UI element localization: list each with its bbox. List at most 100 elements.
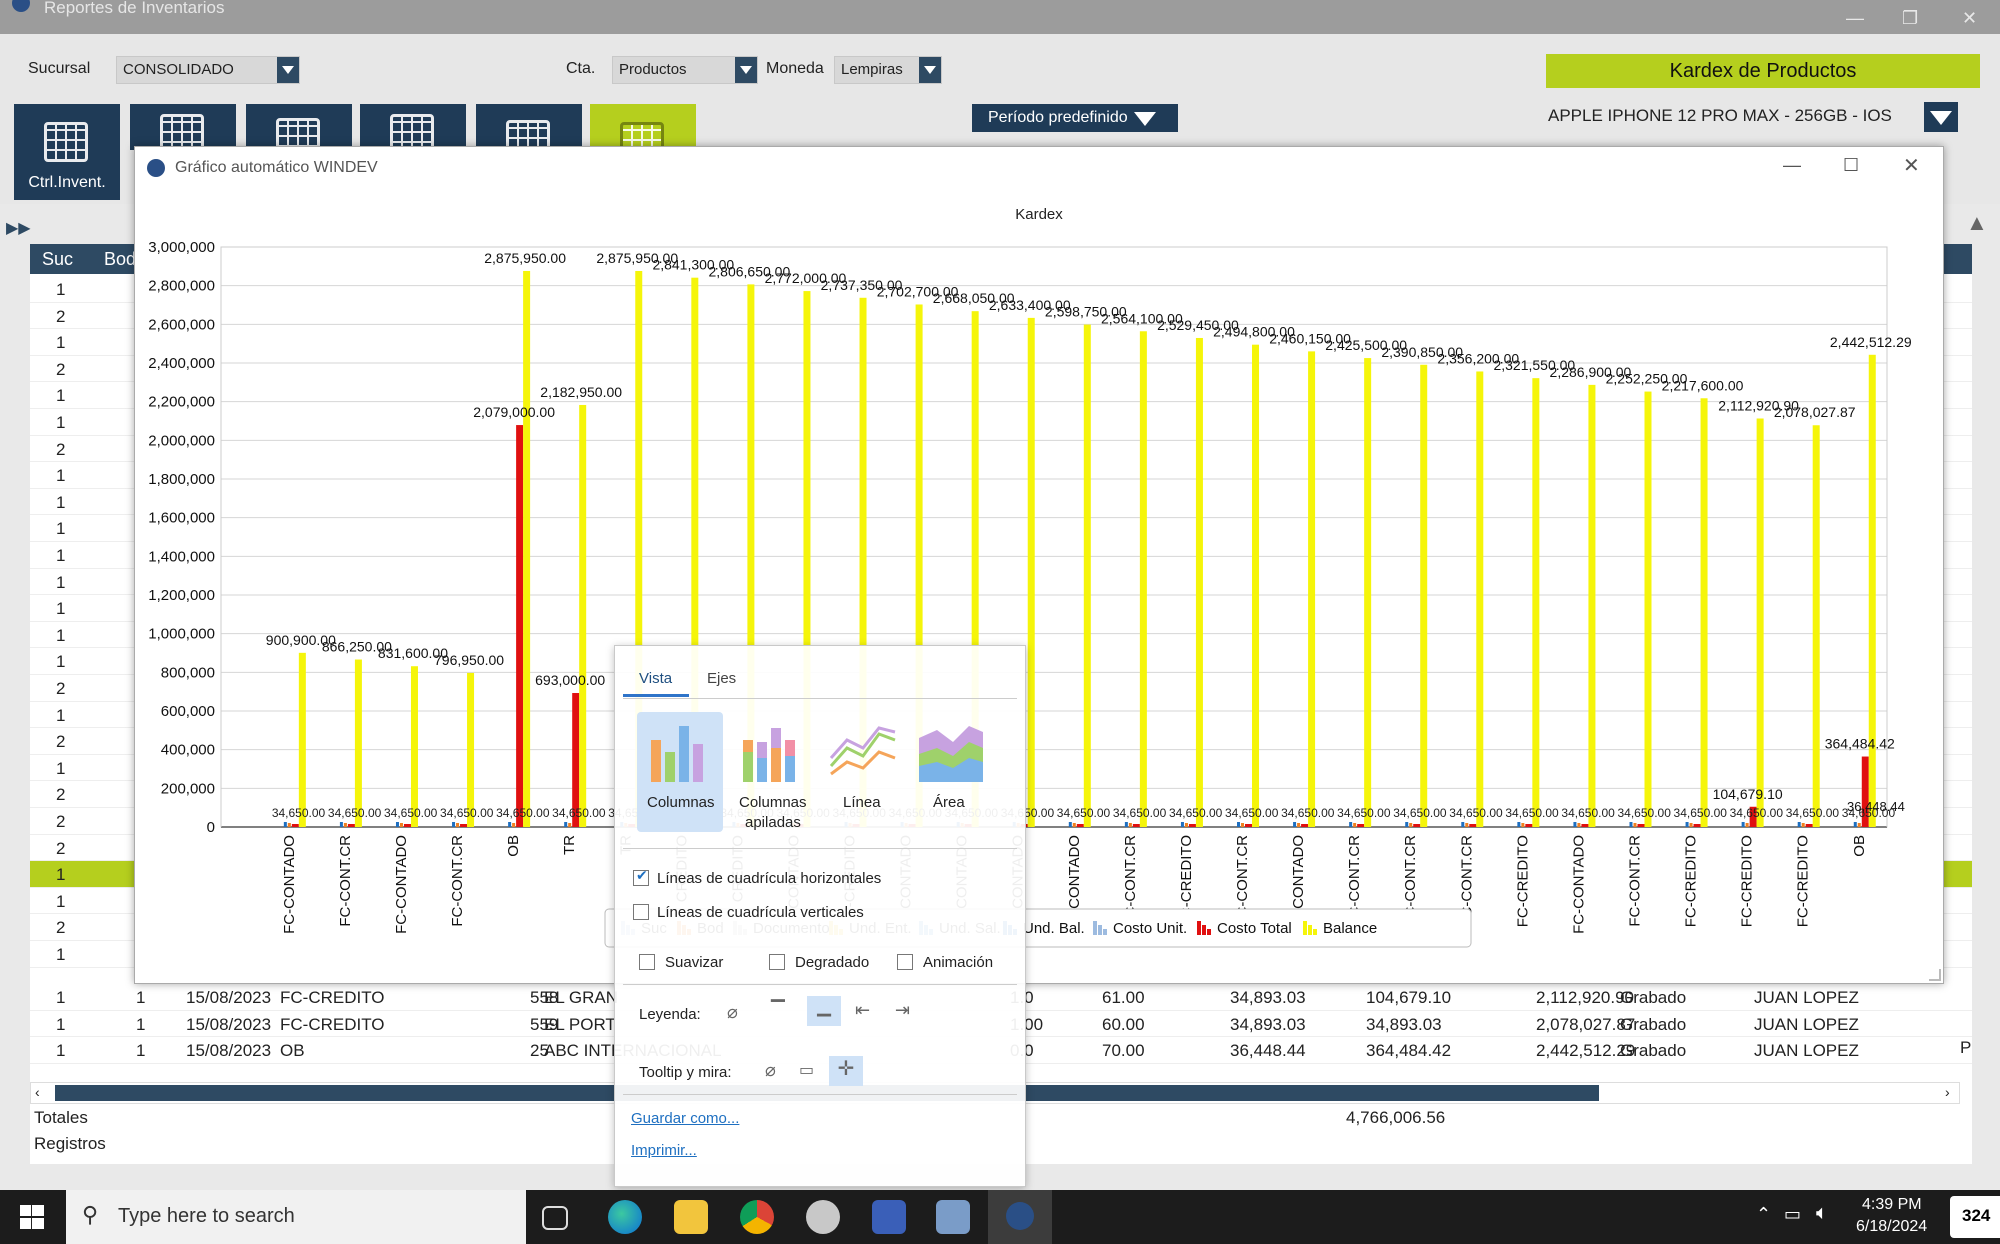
toolbar-button-5[interactable] xyxy=(476,104,582,160)
product-dropdown-button[interactable] xyxy=(1924,102,1958,132)
toolbar-button-chart[interactable] xyxy=(590,104,696,162)
cell-suc: 1 xyxy=(56,599,66,619)
task-view-icon[interactable] xyxy=(542,1206,568,1230)
stacked-column-icon xyxy=(743,728,795,782)
resize-grip[interactable] xyxy=(1929,969,1941,981)
bar-und xyxy=(568,823,572,827)
bar-costo-total xyxy=(1637,824,1645,827)
restore-button[interactable]: ❐ xyxy=(1902,8,1918,29)
windev-taskbar-icon xyxy=(1006,1202,1034,1230)
volume-icon[interactable]: 🔈︎ xyxy=(1816,1202,1828,1225)
crosshair-icon[interactable]: ✛ xyxy=(829,1056,863,1086)
imprimir-link[interactable]: Imprimir... xyxy=(631,1142,697,1159)
kardex-chart: Kardex 0 200,000 400,000 600,000 800,000 1,000… xyxy=(148,206,1912,948)
bar-und xyxy=(1128,823,1132,827)
scroll-up-icon[interactable]: ▲ xyxy=(1966,210,1988,236)
legend-item: Und. Bal. xyxy=(1023,920,1085,937)
chrome-icon[interactable] xyxy=(740,1200,774,1234)
minimize-button[interactable]: — xyxy=(1846,8,1864,29)
grid-h-checkbox[interactable]: ✔ xyxy=(633,867,649,886)
clock-date[interactable]: 6/18/2024 xyxy=(1856,1218,1927,1236)
search-placeholder: Type here to search xyxy=(118,1205,295,1227)
close-button[interactable]: ✕ xyxy=(1962,8,1977,29)
moneda-select[interactable]: Lempiras xyxy=(834,56,942,84)
animacion-checkbox[interactable] xyxy=(897,954,913,970)
bar-balance xyxy=(1308,351,1316,827)
section-divider xyxy=(623,984,1017,985)
bar-und xyxy=(1521,823,1525,827)
cell-suc: 2 xyxy=(56,785,66,805)
bar-und xyxy=(1573,822,1577,827)
scroll-left-icon[interactable]: ‹ xyxy=(35,1084,40,1100)
degradado-label: Degradado xyxy=(795,954,870,971)
col-bod-header[interactable]: Bod xyxy=(104,249,136,270)
dialog-titlebar: Gráfico automático WINDEV — ☐ ✕ xyxy=(135,147,1943,189)
tab-vista[interactable]: Vista xyxy=(639,670,672,687)
bar-balance xyxy=(1420,364,1428,827)
grid-v-checkbox[interactable] xyxy=(633,904,649,920)
legend-right-icon[interactable]: ⇥ xyxy=(895,1000,910,1021)
tooltip-bubble-icon[interactable]: ▭ xyxy=(799,1060,814,1080)
bar-costo-total xyxy=(460,824,468,827)
save-disk-icon[interactable] xyxy=(872,1200,906,1234)
data-label-small: 34,650.00 xyxy=(1169,806,1223,820)
network-icon[interactable]: ▭ xyxy=(1784,1204,1801,1225)
sucursal-select[interactable]: CONSOLIDADO xyxy=(116,56,300,84)
suavizar-checkbox[interactable] xyxy=(639,954,655,970)
bar-und xyxy=(1853,822,1857,827)
legend-top-icon[interactable]: ▔ xyxy=(771,1000,785,1021)
type-area-button[interactable]: Área xyxy=(909,712,995,832)
legend-left-icon[interactable]: ⇤ xyxy=(855,1000,870,1021)
app-titlebar: Reportes de Inventarios — ❐ ✕ xyxy=(0,0,2000,34)
chevron-up-icon[interactable]: ⌃ xyxy=(1756,1204,1771,1225)
tab-ejes[interactable]: Ejes xyxy=(707,670,736,687)
legend-swatch xyxy=(1313,929,1317,935)
toolbar-button-2[interactable] xyxy=(130,104,236,154)
cta-label: Cta. xyxy=(566,60,596,77)
toolbar-button-3[interactable] xyxy=(246,104,352,158)
dialog-minimize-button[interactable]: — xyxy=(1783,155,1801,176)
data-label-small: 34,650.00 xyxy=(552,806,606,820)
active-app-highlight[interactable] xyxy=(988,1190,1052,1244)
type-apiladas-button[interactable]: Columnas apiladas xyxy=(729,712,815,832)
bar-und xyxy=(1517,822,1521,827)
taskbar-search[interactable]: ⚲ Type here to search xyxy=(66,1190,526,1244)
y-tick-label: 2,600,000 xyxy=(148,316,215,333)
legend-none-icon[interactable]: ⌀ xyxy=(727,1002,738,1023)
printer-app-icon[interactable] xyxy=(936,1200,970,1234)
cta-select[interactable]: Productos xyxy=(612,56,758,84)
legend-swatch xyxy=(1308,925,1312,935)
data-label-balance: 2,217,600.00 xyxy=(1662,377,1744,393)
cell-costo-unit: 36,448.44 xyxy=(1230,1041,1306,1061)
toolbar-button-4[interactable] xyxy=(360,104,466,154)
cell-doc: FC-CREDITO xyxy=(280,1014,385,1034)
clock-time[interactable]: 4:39 PM xyxy=(1862,1196,1922,1214)
bar-balance xyxy=(1476,371,1484,827)
degradado-checkbox[interactable] xyxy=(769,954,785,970)
cell-doc: OB xyxy=(280,1041,305,1061)
grid-v-label: Líneas de cuadrícula verticales xyxy=(657,904,864,921)
grid-icon xyxy=(44,122,88,162)
dialog-close-button[interactable]: ✕ xyxy=(1903,153,1920,178)
expand-icon[interactable]: ▶▶ xyxy=(6,218,31,238)
guardar-link[interactable]: Guardar como... xyxy=(631,1110,739,1127)
tooltip-none-icon[interactable]: ⌀ xyxy=(765,1060,776,1081)
legend-bottom-icon[interactable]: ▁ xyxy=(807,996,841,1026)
type-columnas-button[interactable]: Columnas xyxy=(637,712,723,832)
cell-usuario: JUAN LOPEZ xyxy=(1754,988,1859,1007)
period-select[interactable]: Período predefinido xyxy=(972,104,1178,132)
grid-h-label: Líneas de cuadrícula horizontales xyxy=(657,870,882,887)
col-suc-header[interactable]: Suc xyxy=(42,249,73,270)
dialog-maximize-button[interactable]: ☐ xyxy=(1843,155,1859,176)
paint-icon[interactable] xyxy=(806,1200,840,1234)
edge-icon[interactable] xyxy=(608,1200,642,1234)
data-label-small: 34,650.00 xyxy=(1674,806,1728,820)
bar-und xyxy=(1857,823,1861,827)
ctrl-invent-button[interactable]: Ctrl.Invent. xyxy=(14,104,120,200)
type-linea-button[interactable]: Línea xyxy=(821,712,907,832)
scroll-right-icon[interactable]: › xyxy=(1945,1084,1950,1100)
bar-balance xyxy=(1027,317,1035,827)
file-explorer-icon[interactable] xyxy=(674,1200,708,1234)
notification-badge[interactable]: 324 xyxy=(1950,1196,2000,1238)
bar-und xyxy=(1801,823,1805,827)
